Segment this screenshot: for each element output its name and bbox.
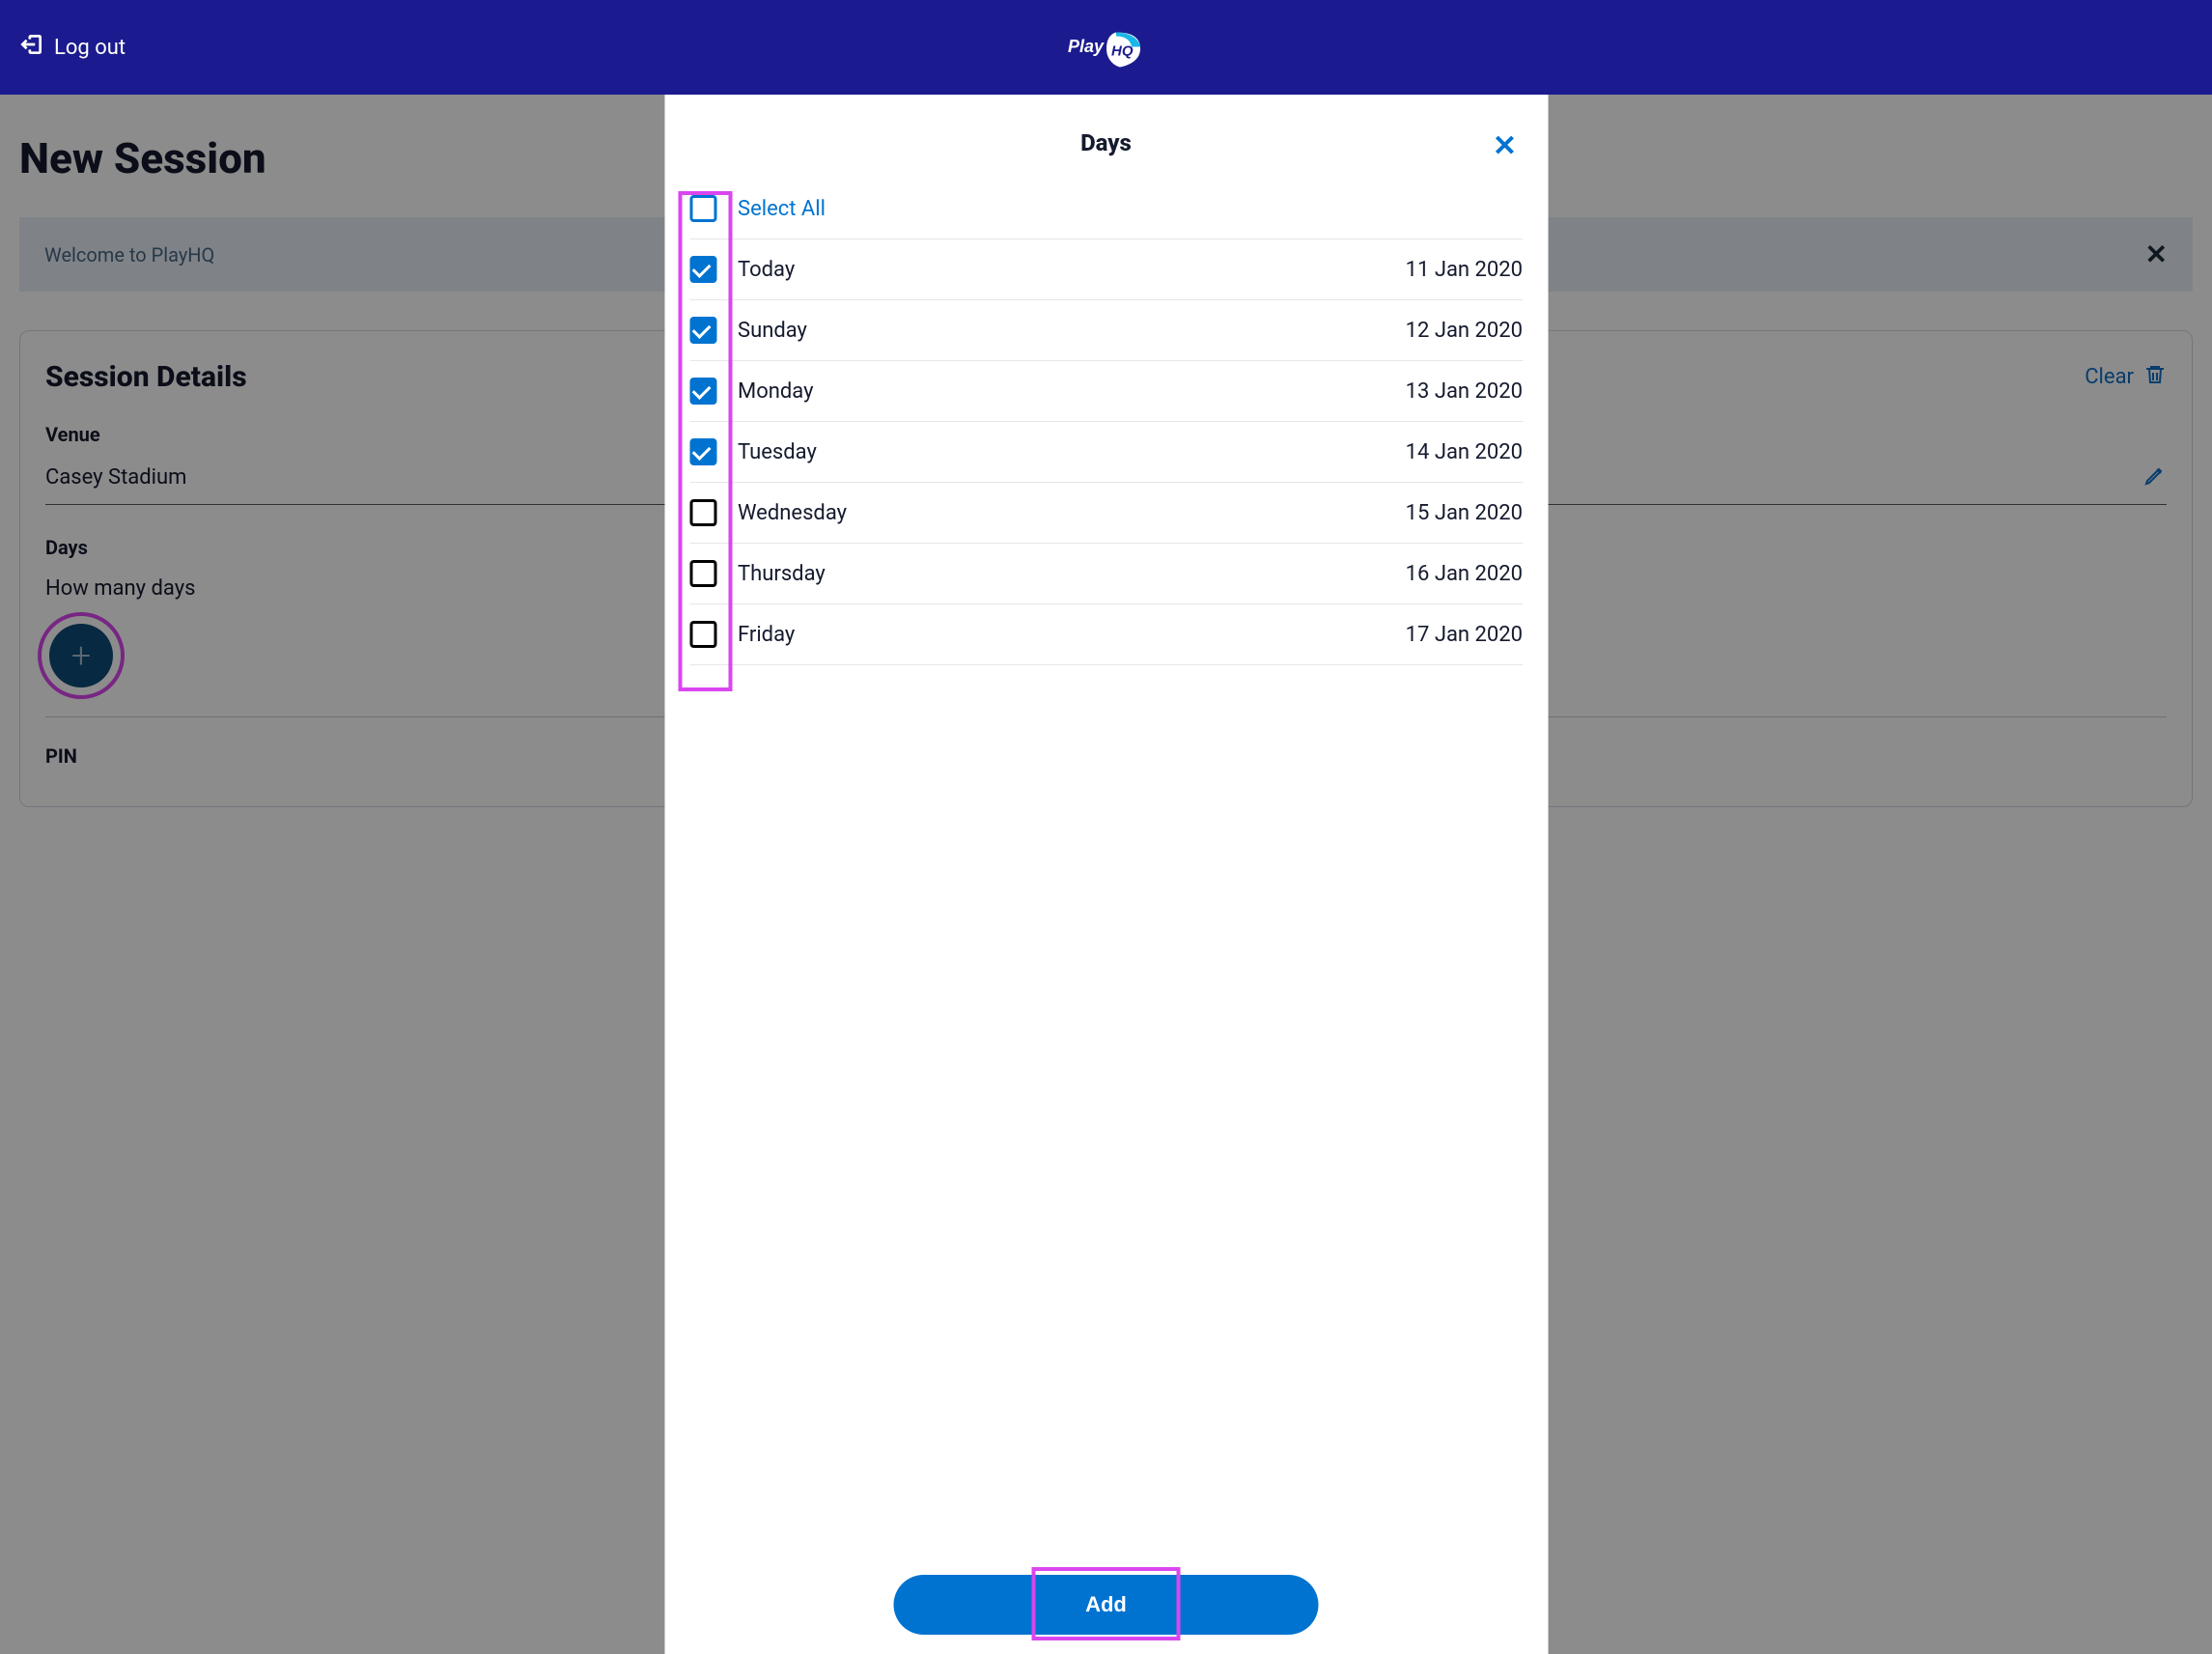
day-date: 13 Jan 2020	[1406, 379, 1523, 404]
logo-text-hq: HQ	[1111, 43, 1134, 60]
day-checkbox[interactable]	[689, 317, 716, 344]
modal-close-button[interactable]: ✕	[1493, 129, 1517, 163]
select-all-checkbox[interactable]	[689, 195, 716, 222]
day-date: 15 Jan 2020	[1406, 501, 1523, 525]
select-all-label: Select All	[738, 197, 1523, 221]
days-modal: Days ✕ Select All Today11 Jan 2020Sunday…	[664, 95, 1548, 1654]
logout-icon	[19, 32, 44, 63]
day-name: Monday	[738, 379, 1406, 404]
day-checkbox[interactable]	[689, 499, 716, 526]
day-checkbox[interactable]	[689, 438, 716, 465]
add-button[interactable]: Add	[894, 1575, 1319, 1635]
day-list: Select All Today11 Jan 2020Sunday12 Jan …	[689, 191, 1523, 665]
app-header: Log out Play HQ	[0, 0, 2212, 95]
day-checkbox[interactable]	[689, 621, 716, 648]
modal-title: Days	[664, 129, 1548, 156]
day-row[interactable]: Friday17 Jan 2020	[689, 604, 1523, 665]
day-row[interactable]: Monday13 Jan 2020	[689, 361, 1523, 422]
modal-body: Select All Today11 Jan 2020Sunday12 Jan …	[664, 191, 1548, 1556]
logo-text-play: Play	[1068, 37, 1105, 56]
day-date: 14 Jan 2020	[1406, 440, 1523, 464]
day-row[interactable]: Sunday12 Jan 2020	[689, 300, 1523, 361]
day-name: Tuesday	[738, 440, 1406, 464]
day-name: Today	[738, 258, 1406, 282]
day-date: 16 Jan 2020	[1406, 562, 1523, 586]
day-date: 17 Jan 2020	[1406, 623, 1523, 647]
logout-label: Log out	[54, 36, 126, 60]
day-checkbox[interactable]	[689, 256, 716, 283]
select-all-row[interactable]: Select All	[689, 191, 1523, 239]
close-icon: ✕	[1493, 129, 1517, 163]
day-name: Wednesday	[738, 501, 1406, 525]
day-name: Friday	[738, 623, 1406, 647]
day-row[interactable]: Tuesday14 Jan 2020	[689, 422, 1523, 483]
modal-footer: Add	[664, 1556, 1548, 1654]
day-row[interactable]: Wednesday15 Jan 2020	[689, 483, 1523, 544]
day-checkbox[interactable]	[689, 560, 716, 587]
day-name: Thursday	[738, 562, 1406, 586]
app-logo: Play HQ	[1063, 23, 1150, 71]
day-name: Sunday	[738, 319, 1406, 343]
day-date: 12 Jan 2020	[1406, 319, 1523, 343]
logout-button[interactable]: Log out	[19, 32, 126, 63]
day-date: 11 Jan 2020	[1406, 258, 1523, 282]
day-row[interactable]: Today11 Jan 2020	[689, 239, 1523, 300]
modal-header: Days ✕	[664, 95, 1548, 191]
day-checkbox[interactable]	[689, 378, 716, 405]
day-row[interactable]: Thursday16 Jan 2020	[689, 544, 1523, 604]
